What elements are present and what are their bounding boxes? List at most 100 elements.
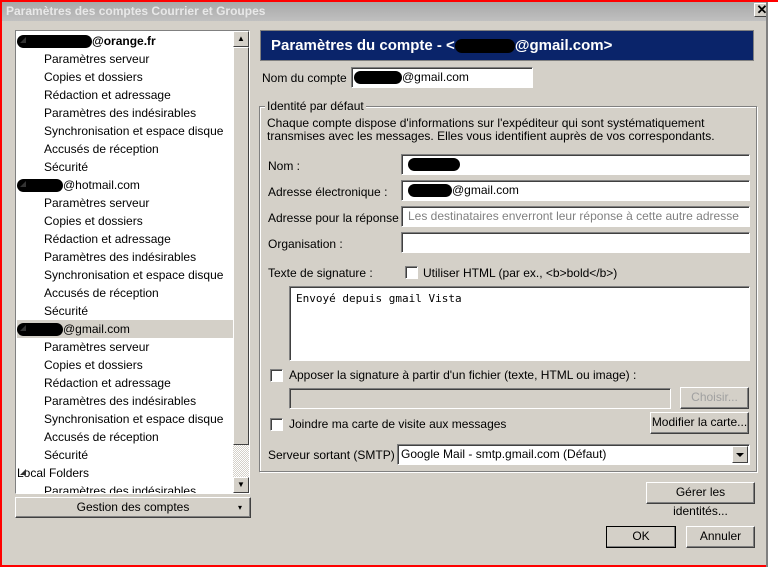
edit-card-button[interactable]: Modifier la carte... [650, 412, 749, 434]
tree-sub-item[interactable]: Copies et dossiers [17, 356, 233, 374]
signature-file-checkbox[interactable] [270, 369, 283, 382]
tree-item-label: Sécurité [44, 448, 89, 462]
tree-item-label: @gmail.com [63, 322, 130, 336]
organization-input[interactable] [401, 232, 750, 253]
tree-sub-item[interactable]: Accusés de réception [17, 140, 233, 158]
use-html-label: Utiliser HTML (par ex., <b>bold</b>) [423, 266, 618, 280]
vcard-checkbox[interactable] [270, 418, 283, 431]
tree-sub-item[interactable]: Copies et dossiers [17, 212, 233, 230]
identity-description: Chaque compte dispose d'informations sur… [267, 116, 715, 143]
tree-item-label: Synchronisation et espace disque [44, 124, 224, 138]
tree-item-label: Copies et dossiers [44, 358, 143, 372]
organization-label: Organisation : [268, 237, 343, 251]
tree-item-label: Sécurité [44, 304, 89, 318]
signature-label: Texte de signature : [268, 266, 373, 280]
tree-item-label: Local Folders [17, 466, 90, 480]
use-html-checkbox[interactable] [405, 266, 418, 279]
tree-item-label: @hotmail.com [63, 178, 140, 192]
tree-item-label: Paramètres des indésirables [44, 484, 197, 494]
expand-triangle-icon[interactable] [20, 37, 26, 43]
tree-item-label: Paramètres serveur [44, 52, 150, 66]
ok-button[interactable]: OK [606, 526, 676, 548]
manage-identities-button[interactable]: Gérer les identités... [646, 482, 755, 518]
vcard-label: Joindre ma carte de visite aux messages [289, 417, 507, 431]
tree-sub-item[interactable]: Synchronisation et espace disque [17, 266, 233, 284]
expand-triangle-icon[interactable] [20, 181, 26, 187]
smtp-value: Google Mail - smtp.gmail.com (Défaut) [401, 447, 607, 461]
tree-sub-item[interactable]: Synchronisation et espace disque [17, 410, 233, 428]
reply-to-input[interactable]: Les destinataires enverront leur réponse… [401, 206, 750, 227]
tree-sub-item[interactable]: Rédaction et adressage [17, 86, 233, 104]
tree-sub-item[interactable]: Accusés de réception [17, 428, 233, 446]
tree-sub-item[interactable]: Rédaction et adressage [17, 374, 233, 392]
tree-sub-item[interactable]: Rédaction et adressage [17, 230, 233, 248]
cancel-button[interactable]: Annuler [686, 526, 755, 548]
tree-item-label: Rédaction et adressage [44, 232, 171, 246]
tree-sub-item[interactable]: Paramètres serveur [17, 338, 233, 356]
signature-textarea[interactable]: Envoyé depuis gmail Vista [289, 286, 750, 361]
tree-sub-item[interactable]: Paramètres des indésirables [17, 248, 233, 266]
tree-item-label: Accusés de réception [44, 430, 159, 444]
tree-item-label: Paramètres serveur [44, 340, 150, 354]
header-suffix: @gmail.com> [514, 37, 613, 54]
chevron-down-icon[interactable] [732, 446, 748, 463]
tree-account-item[interactable]: @hotmail.com [17, 176, 233, 194]
tree-item-label: Paramètres des indésirables [44, 250, 197, 264]
account-name-label: Nom du compte : [262, 71, 354, 85]
tree-sub-item[interactable]: Paramètres serveur [17, 194, 233, 212]
name-input[interactable] [401, 154, 750, 175]
tree-item-label: Rédaction et adressage [44, 88, 171, 102]
tree-sub-item[interactable]: Paramètres des indésirables [17, 104, 233, 122]
smtp-select[interactable]: Google Mail - smtp.gmail.com (Défaut) [397, 444, 750, 465]
tree-sub-item[interactable]: Accusés de réception [17, 284, 233, 302]
tree-item-label: Rédaction et adressage [44, 376, 171, 390]
account-tree: @orange.fr Paramètres serveur Copies et do… [15, 30, 250, 494]
tree-account-item[interactable]: Local Folders [17, 464, 233, 482]
email-input[interactable]: @gmail.com [401, 180, 750, 201]
signature-file-label: Apposer la signature à partir d'un fichi… [289, 368, 637, 382]
redaction [454, 39, 515, 54]
tree-account-item[interactable]: @orange.fr [17, 32, 233, 50]
reply-to-placeholder: Les destinataires enverront leur réponse… [408, 209, 739, 223]
account-name-input[interactable]: @gmail.com [351, 67, 533, 88]
tree-item-label: Sécurité [44, 160, 89, 174]
tree-item-label: Paramètres serveur [44, 196, 150, 210]
scroll-down-icon[interactable]: ▼ [233, 477, 249, 493]
scrollbar-thumb[interactable] [233, 47, 249, 445]
expand-triangle-icon[interactable] [20, 469, 26, 475]
redaction [354, 71, 402, 85]
tree-sub-item[interactable]: Sécurité [17, 158, 233, 176]
email-value: @gmail.com [452, 183, 519, 197]
signature-file-input[interactable] [289, 388, 671, 409]
tree-sub-item[interactable]: Copies et dossiers [17, 68, 233, 86]
tree-sub-item[interactable]: Sécurité [17, 446, 233, 464]
email-label: Adresse électronique : [268, 185, 388, 199]
choose-file-button[interactable]: Choisir... [680, 387, 749, 409]
dropdown-arrow-icon: ▾ [237, 503, 242, 512]
page-title: Paramètres du compte - < @gmail.com> [260, 30, 754, 61]
tree-item-label: Paramètres des indésirables [44, 106, 197, 120]
manage-accounts-button[interactable]: Gestion des comptes ▾ [15, 497, 251, 518]
account-name-value: @gmail.com [402, 70, 469, 84]
tree-sub-item[interactable]: Sécurité [17, 302, 233, 320]
tree-sub-item[interactable]: Paramètres des indésirables [17, 392, 233, 410]
tree-item-label: @orange.fr [92, 34, 156, 48]
tree-item-label: Synchronisation et espace disque [44, 412, 224, 426]
identity-legend: Identité par défaut [265, 99, 366, 113]
tree-item-label: Paramètres des indésirables [44, 394, 197, 408]
manage-accounts-label: Gestion des comptes [76, 500, 190, 514]
tree-item-label: Copies et dossiers [44, 214, 143, 228]
smtp-label: Serveur sortant (SMTP) : [268, 448, 402, 462]
tree-item-label: Accusés de réception [44, 142, 159, 156]
tree-sub-item[interactable]: Synchronisation et espace disque [17, 122, 233, 140]
redaction [408, 184, 452, 198]
name-label: Nom : [268, 159, 301, 173]
tree-item-label: Copies et dossiers [44, 70, 143, 84]
tree-item-label: Accusés de réception [44, 286, 159, 300]
expand-triangle-icon[interactable] [20, 325, 26, 331]
tree-sub-item[interactable]: Paramètres des indésirables [17, 482, 233, 494]
scroll-up-icon[interactable]: ▲ [233, 31, 249, 47]
tree-account-item[interactable]: @gmail.com [17, 320, 233, 338]
tree-sub-item[interactable]: Paramètres serveur [17, 50, 233, 68]
tree-scrollbar[interactable]: ▲ ▼ [233, 31, 249, 493]
